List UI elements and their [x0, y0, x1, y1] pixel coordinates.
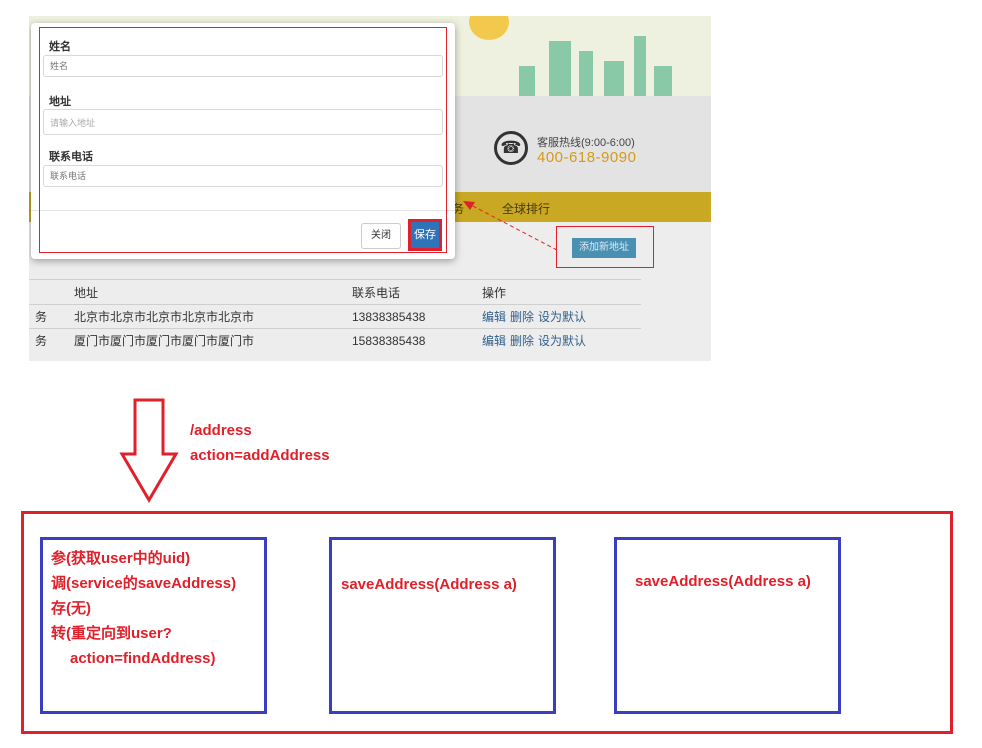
servlet-step-store: 存(无) — [51, 600, 91, 617]
route-path: /address — [190, 422, 252, 439]
close-button[interactable]: 关闭 — [361, 223, 401, 249]
modal-footer-divider — [31, 210, 455, 211]
address-label: 地址 — [49, 96, 71, 108]
servlet-step-param: 参(获取user中的uid) — [51, 550, 191, 567]
phone-label: 联系电话 — [49, 151, 93, 163]
website-screenshot: ☎ 客服热线(9:00-6:00) 400-618-9090 务 全球排行 添加… — [29, 16, 711, 361]
servlet-step-forward: 转(重定向到user? — [51, 625, 172, 642]
down-arrow — [119, 398, 179, 503]
servlet-step-forward-action: action=findAddress) — [70, 650, 216, 667]
save-button[interactable]: 保存 — [408, 219, 442, 251]
servlet-step-call: 调(service的saveAddress) — [51, 575, 237, 592]
service-method: saveAddress(Address a) — [341, 576, 517, 593]
route-annotation: /address action=addAddress — [190, 418, 330, 468]
name-label: 姓名 — [49, 41, 71, 53]
add-address-modal: 姓名 地址 请输入地址 联系电话 关闭 保存 — [31, 23, 455, 259]
dao-method: saveAddress(Address a) — [635, 573, 811, 590]
address-textarea[interactable]: 请输入地址 — [43, 109, 443, 135]
route-action: action=addAddress — [190, 447, 330, 464]
dao-box — [614, 537, 841, 714]
phone-input[interactable] — [43, 165, 443, 187]
name-input[interactable] — [43, 55, 443, 77]
service-box — [329, 537, 556, 714]
